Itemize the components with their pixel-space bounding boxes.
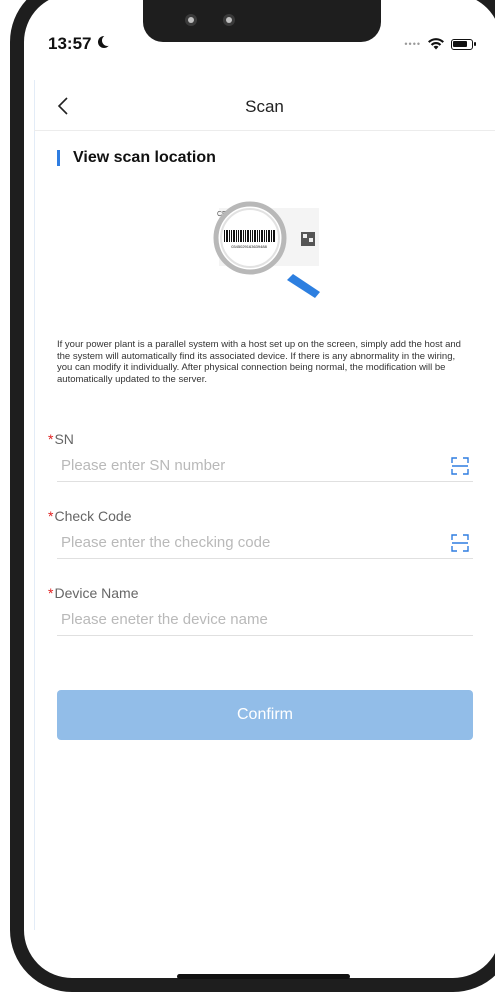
device-name-label: *Device Name [48, 585, 473, 601]
barcode-text: 0345029163639488 [231, 244, 267, 249]
check-code-label-text: Check Code [54, 508, 132, 524]
scan-icon[interactable] [451, 534, 469, 552]
status-time: 13:57 [48, 34, 92, 53]
required-mark: * [48, 431, 54, 447]
battery-icon [451, 38, 476, 50]
scan-icon[interactable] [451, 457, 469, 475]
signal-icon: •••• [404, 39, 421, 49]
instruction-text: If your power plant is a parallel system… [57, 339, 461, 385]
nav-bar: Scan [34, 86, 495, 131]
required-mark: * [48, 508, 54, 524]
required-mark: * [48, 585, 54, 601]
notch [143, 0, 381, 42]
device-name-label-text: Device Name [54, 585, 139, 601]
barcode-magnifier-illustration: CE ▲ ▲⊖ 0345029163639488 [213, 201, 320, 298]
section-accent-bar [57, 150, 60, 166]
page-title: Scan [245, 97, 284, 116]
sn-field: *SN [48, 431, 473, 482]
sn-label-text: SN [54, 431, 74, 447]
check-code-input[interactable] [57, 530, 425, 554]
front-camera-icon [185, 14, 197, 26]
wifi-icon [428, 38, 444, 50]
sn-input[interactable] [57, 453, 425, 477]
section-title: View scan location [73, 149, 216, 166]
check-code-label: *Check Code [48, 508, 473, 524]
phone-screen: 13:57 •••• Scan View scan location CE ▲ … [0, 0, 495, 996]
device-name-input-row [57, 607, 473, 636]
sn-label: *SN [48, 431, 473, 447]
check-code-input-row [57, 530, 473, 559]
sn-input-row [57, 453, 473, 482]
device-name-field: *Device Name [48, 585, 473, 636]
check-code-field: *Check Code [48, 508, 473, 559]
status-icons: •••• [404, 38, 476, 50]
section-header: View scan location [57, 149, 216, 167]
home-indicator[interactable] [177, 974, 350, 979]
sensor-icon [223, 14, 235, 26]
do-not-disturb-icon [98, 35, 113, 48]
device-name-input[interactable] [57, 607, 425, 631]
edge-divider [34, 80, 35, 930]
confirm-button[interactable]: Confirm [57, 690, 473, 740]
